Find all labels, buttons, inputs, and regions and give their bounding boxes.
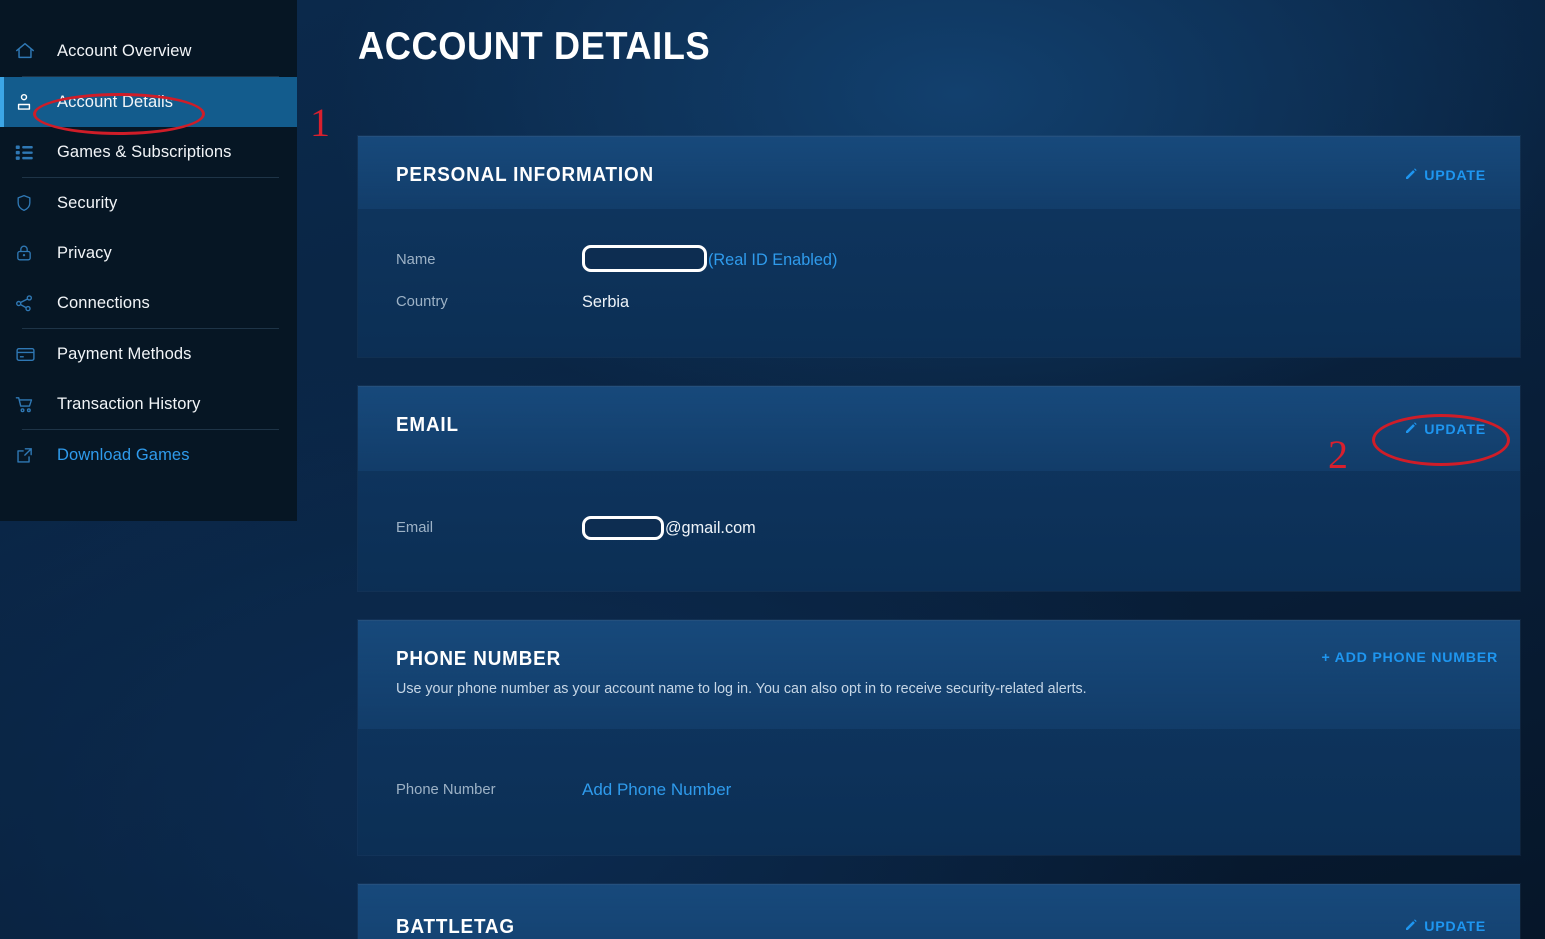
card-title: EMAIL	[396, 413, 459, 436]
sidebar-item-payment-methods[interactable]: Payment Methods	[0, 329, 297, 379]
email-card: EMAIL UPDATE Email @gmail.com	[358, 386, 1520, 591]
card-header: EMAIL UPDATE	[358, 386, 1520, 471]
email-value: @gmail.com	[582, 516, 756, 540]
sidebar-item-download-games[interactable]: Download Games	[0, 430, 297, 480]
sidebar-item-label: Games & Subscriptions	[57, 142, 232, 161]
pencil-icon	[1404, 421, 1418, 439]
add-phone-number-button[interactable]: + ADD PHONE NUMBER	[1321, 650, 1498, 666]
shopping-cart-icon	[14, 394, 48, 415]
card-body: Phone Number Add Phone Number	[358, 729, 1520, 855]
personal-information-card: PERSONAL INFORMATION UPDATE Name (Real I…	[358, 136, 1520, 357]
sidebar-item-label: Account Details	[57, 92, 174, 111]
card-title: PERSONAL INFORMATION	[396, 163, 654, 186]
main-content: ACCOUNT DETAILS PERSONAL INFORMATION UPD…	[297, 0, 1545, 939]
country-row: Country Serbia	[396, 281, 1482, 323]
sidebar-navigation: Account Overview Account Details Games &…	[0, 0, 297, 521]
sidebar-item-label: Privacy	[57, 243, 112, 262]
share-nodes-icon	[14, 293, 48, 314]
name-row: Name (Real ID Enabled)	[396, 239, 1482, 281]
real-id-enabled-label: (Real ID Enabled)	[708, 250, 838, 269]
name-redaction-box	[582, 244, 707, 272]
external-link-icon	[14, 445, 48, 466]
card-title: PHONE NUMBER	[396, 647, 562, 670]
sidebar-item-label: Security	[57, 193, 118, 212]
phone-number-value: Add Phone Number	[582, 780, 731, 800]
home-icon	[14, 40, 48, 62]
sidebar-item-games-subscriptions[interactable]: Games & Subscriptions	[0, 127, 297, 177]
sidebar-item-privacy[interactable]: Privacy	[0, 228, 297, 278]
email-redaction-box	[582, 516, 664, 540]
action-label: + ADD PHONE NUMBER	[1321, 650, 1498, 666]
account-details-cards: PERSONAL INFORMATION UPDATE Name (Real I…	[358, 136, 1520, 939]
battletag-update-button[interactable]: UPDATE	[1404, 918, 1486, 936]
sidebar-item-connections[interactable]: Connections	[0, 278, 297, 328]
action-label: UPDATE	[1424, 919, 1486, 935]
sidebar-item-label: Download Games	[57, 445, 190, 464]
email-domain: @gmail.com	[665, 518, 756, 537]
card-body: Email @gmail.com	[358, 471, 1520, 591]
email-update-button[interactable]: UPDATE	[1404, 421, 1486, 439]
email-label: Email	[396, 520, 433, 536]
battletag-card: BATTLETAG This name is your public ident…	[358, 884, 1520, 939]
pencil-icon	[1404, 918, 1418, 936]
action-label: UPDATE	[1424, 422, 1486, 438]
card-body: Name (Real ID Enabled) Country Serbia	[358, 209, 1520, 357]
sidebar-item-label: Account Overview	[57, 41, 192, 60]
action-label: UPDATE	[1424, 168, 1486, 184]
card-header: PERSONAL INFORMATION UPDATE	[358, 136, 1520, 209]
card-header: PHONE NUMBER Use your phone number as yo…	[358, 620, 1520, 729]
sidebar-item-account-overview[interactable]: Account Overview	[0, 26, 297, 76]
sidebar-item-label: Connections	[57, 293, 150, 312]
country-label: Country	[396, 294, 448, 310]
personal-information-update-button[interactable]: UPDATE	[1404, 167, 1486, 185]
phone-number-row: Phone Number Add Phone Number	[396, 769, 1482, 811]
add-phone-number-link[interactable]: Add Phone Number	[582, 780, 731, 800]
list-icon	[14, 142, 48, 163]
pencil-icon	[1404, 167, 1418, 185]
shield-icon	[14, 192, 48, 214]
sidebar-item-security[interactable]: Security	[0, 178, 297, 228]
phone-number-label: Phone Number	[396, 782, 496, 798]
phone-number-description: Use your phone number as your account na…	[396, 681, 1087, 697]
name-label: Name	[396, 252, 436, 268]
sidebar-top-spacer	[0, 0, 297, 26]
credit-card-icon	[14, 344, 48, 365]
card-title: BATTLETAG	[396, 915, 515, 938]
country-value: Serbia	[582, 292, 630, 311]
sidebar-item-label: Payment Methods	[57, 344, 192, 363]
name-value: (Real ID Enabled)	[582, 244, 838, 274]
page-title: ACCOUNT DETAILS	[358, 25, 711, 68]
sidebar-item-transaction-history[interactable]: Transaction History	[0, 379, 297, 429]
lock-icon	[14, 242, 48, 264]
person-icon	[14, 91, 48, 113]
sidebar-item-label: Transaction History	[57, 394, 201, 413]
phone-number-card: PHONE NUMBER Use your phone number as yo…	[358, 620, 1520, 855]
sidebar-item-account-details[interactable]: Account Details	[0, 77, 297, 127]
email-row: Email @gmail.com	[396, 507, 1482, 549]
card-header: BATTLETAG This name is your public ident…	[358, 884, 1520, 939]
